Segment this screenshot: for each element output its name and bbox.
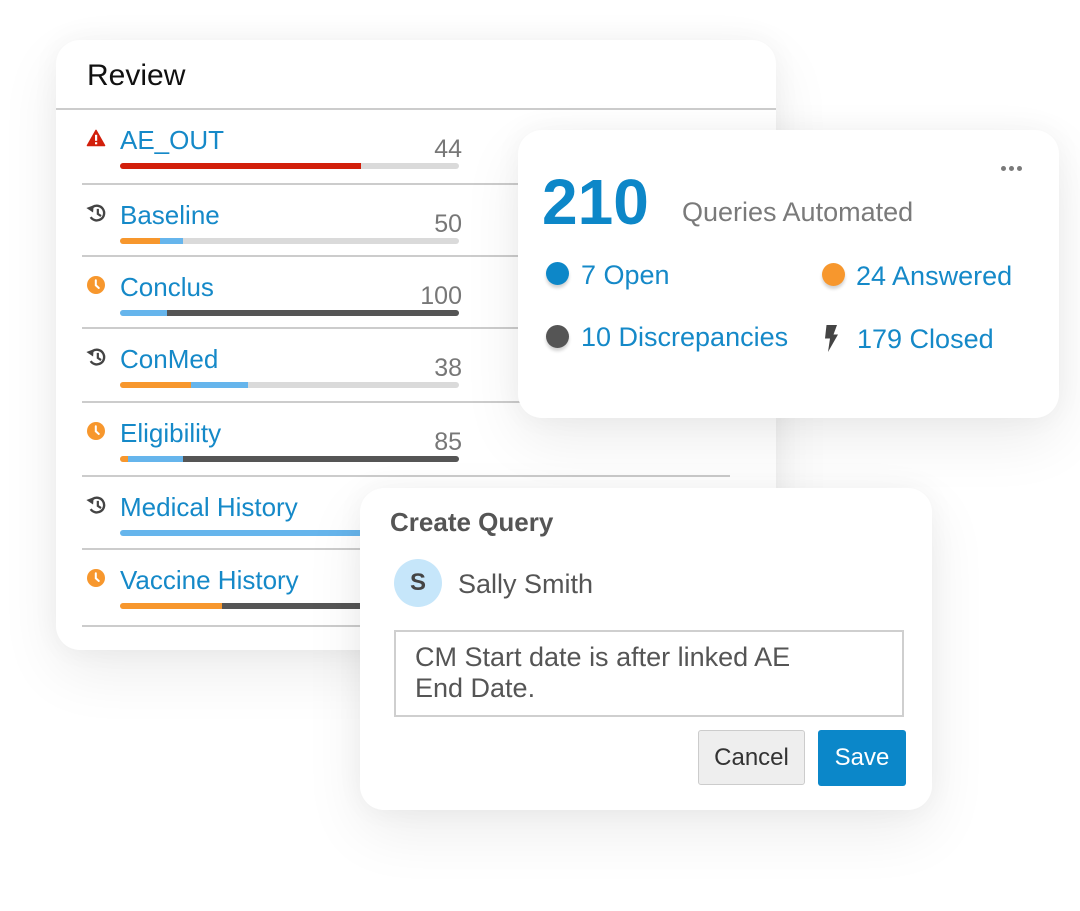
stat-open-link[interactable]: 7 Open [581,259,670,291]
menu-dot [1001,165,1006,171]
row-label[interactable]: ConMed [120,344,218,374]
more-horizontal-icon[interactable] [999,161,1024,175]
stat-closed-link[interactable]: 179 Closed [857,323,994,355]
row-count: 44 [434,135,462,163]
progress-bar [120,456,459,462]
user-name: Sally Smith [458,569,594,599]
save-button[interactable]: Save [818,730,906,786]
menu-dot [1017,165,1022,171]
clock-icon [85,567,107,589]
row-count: 50 [434,210,462,238]
row-label[interactable]: Eligibility [120,418,221,448]
progress-bar [120,382,459,388]
create-query-dialog: Create Query S Sally Smith CM Start date… [360,488,932,810]
review-title: Review [87,59,186,92]
cancel-button[interactable]: Cancel [698,730,805,785]
bolt-icon [825,325,838,352]
progress-bar [120,238,459,244]
answered-dot-icon [822,263,845,286]
row-count: 85 [434,428,462,456]
row-count: 100 [420,282,462,310]
queries-summary-card: 210 Queries Automated 7 Open 24 Answered… [518,130,1059,418]
total-queries-label: Queries Automated [682,197,914,227]
bar-segment-blue [190,382,248,388]
warning-icon [85,127,107,149]
history-icon [85,202,107,224]
bar-segment-blue [160,238,184,244]
bar-segment-blue [127,456,183,462]
bar-segment-red [120,163,361,169]
menu-dot [1009,165,1014,171]
row-label[interactable]: Baseline [120,200,220,230]
row-label[interactable]: Medical History [120,492,298,522]
stat-answered-link[interactable]: 24 Answered [856,260,1012,292]
stat-discrepancies-link[interactable]: 10 Discrepancies [581,321,788,353]
bar-segment-dark [182,456,459,462]
query-message-input[interactable]: CM Start date is after linked AE End Dat… [394,630,904,717]
discrepancies-dot-icon [546,325,569,348]
row-count: 38 [434,354,462,382]
bar-segment-blue [120,310,168,316]
open-dot-icon [546,262,569,285]
row-label[interactable]: Vaccine History [120,565,299,595]
bar-segment-dark [167,310,459,316]
bar-segment-orange [120,456,128,462]
progress-bar [120,163,459,169]
clock-icon [85,420,107,442]
total-queries-count: 210 [542,166,649,238]
bar-segment-orange [120,382,191,388]
dialog-title: Create Query [390,507,554,537]
row-label[interactable]: AE_OUT [120,125,224,155]
progress-bar [120,310,459,316]
bar-segment-orange [120,603,222,609]
clock-icon [85,274,107,296]
history-icon [85,346,107,368]
history-icon [85,494,107,516]
avatar: S [394,559,442,607]
row-label[interactable]: Conclus [120,272,214,302]
bar-segment-orange [120,238,160,244]
